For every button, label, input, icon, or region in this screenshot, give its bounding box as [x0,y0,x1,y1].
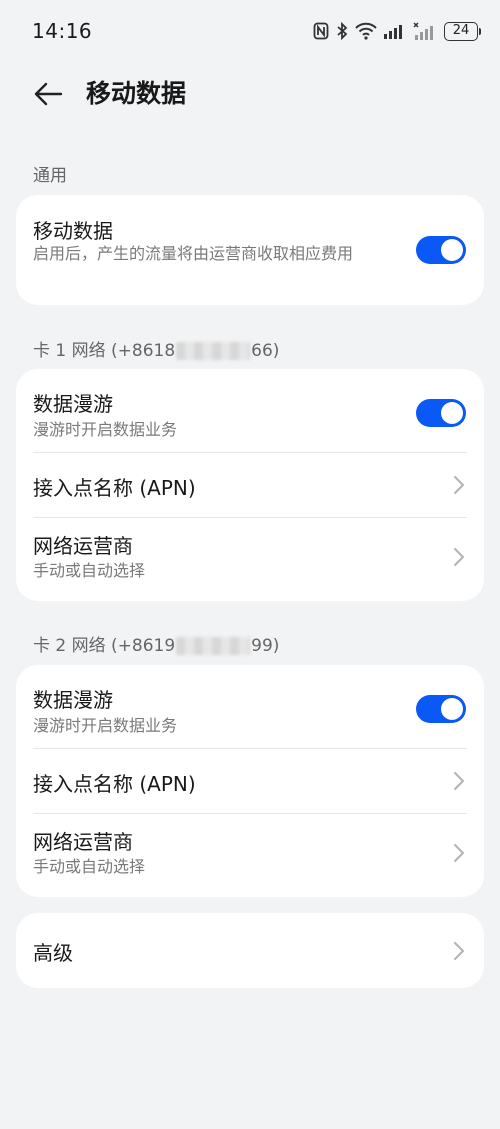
card-general: 移动数据 启用后，产生的流量将由运营商收取相应费用 [16,195,484,305]
sim1-roaming-subtitle: 漫游时开启数据业务 [33,420,178,439]
sim2-label-prefix: 卡 2 网络 (+8619 [33,636,176,656]
signal-sim1-icon [384,25,402,39]
signal-sim2-icon [413,22,433,40]
nfc-icon [313,22,329,40]
advanced-row[interactable]: 高级 [16,913,484,988]
sim2-apn-row[interactable]: 接入点名称 (APN) [16,749,484,813]
sim2-operator-title: 网络运营商 [33,830,133,854]
sim1-apn-title: 接入点名称 (APN) [33,476,196,500]
status-icons: 24 [313,21,481,41]
sim2-operator-row[interactable]: 网络运营商 手动或自动选择 [16,814,484,897]
advanced-title: 高级 [33,941,73,965]
sim2-label-suffix: 99) [251,636,280,656]
chevron-right-icon [454,844,464,862]
back-button[interactable] [28,76,68,112]
status-bar: 14:16 24 [0,0,500,62]
sim1-roaming-toggle[interactable] [416,399,466,427]
chevron-right-icon [454,942,464,960]
sim1-label-suffix: 66) [251,341,280,361]
chevron-right-icon [454,476,464,494]
card-sim2: 数据漫游 漫游时开启数据业务 接入点名称 (APN) 网络运营商 手动或自动选择 [16,665,484,897]
page-title: 移动数据 [86,79,187,108]
section-label-sim1: 卡 1 网络 (+8618 66) [33,336,279,361]
status-time: 14:16 [32,19,93,43]
mobile-data-title: 移动数据 [33,219,113,243]
sim2-roaming-toggle[interactable] [416,695,466,723]
sim1-apn-row[interactable]: 接入点名称 (APN) [16,453,484,517]
sim2-apn-title: 接入点名称 (APN) [33,772,196,796]
mobile-data-toggle[interactable] [416,236,466,264]
wifi-icon [355,22,377,40]
battery-icon: 24 [444,21,481,41]
sim2-operator-subtitle: 手动或自动选择 [33,857,146,876]
section-label-general: 通用 [33,166,67,186]
mobile-data-subtitle: 启用后，产生的流量将由运营商收取相应费用 [33,244,354,263]
card-sim1: 数据漫游 漫游时开启数据业务 接入点名称 (APN) 网络运营商 手动或自动选择 [16,369,484,601]
sim2-roaming-subtitle: 漫游时开启数据业务 [33,716,178,735]
masked-number [176,342,251,360]
chevron-right-icon [454,772,464,790]
sim1-roaming-title: 数据漫游 [33,392,113,416]
sim1-label-prefix: 卡 1 网络 (+8618 [33,341,176,361]
bluetooth-icon [337,22,348,40]
back-arrow-icon [34,82,63,106]
sim2-roaming-title: 数据漫游 [33,688,113,712]
mobile-data-row[interactable]: 移动数据 启用后，产生的流量将由运营商收取相应费用 [16,195,484,305]
sim1-operator-subtitle: 手动或自动选择 [33,561,146,580]
title-bar: 移动数据 [0,62,500,126]
card-advanced: 高级 [16,913,484,988]
sim2-roaming-row[interactable]: 数据漫游 漫游时开启数据业务 [16,665,484,749]
sim1-roaming-row[interactable]: 数据漫游 漫游时开启数据业务 [16,369,484,453]
sim1-operator-title: 网络运营商 [33,534,133,558]
sim1-operator-row[interactable]: 网络运营商 手动或自动选择 [16,518,484,601]
chevron-right-icon [454,548,464,566]
masked-number [176,637,251,655]
section-label-sim2: 卡 2 网络 (+8619 99) [33,631,279,656]
